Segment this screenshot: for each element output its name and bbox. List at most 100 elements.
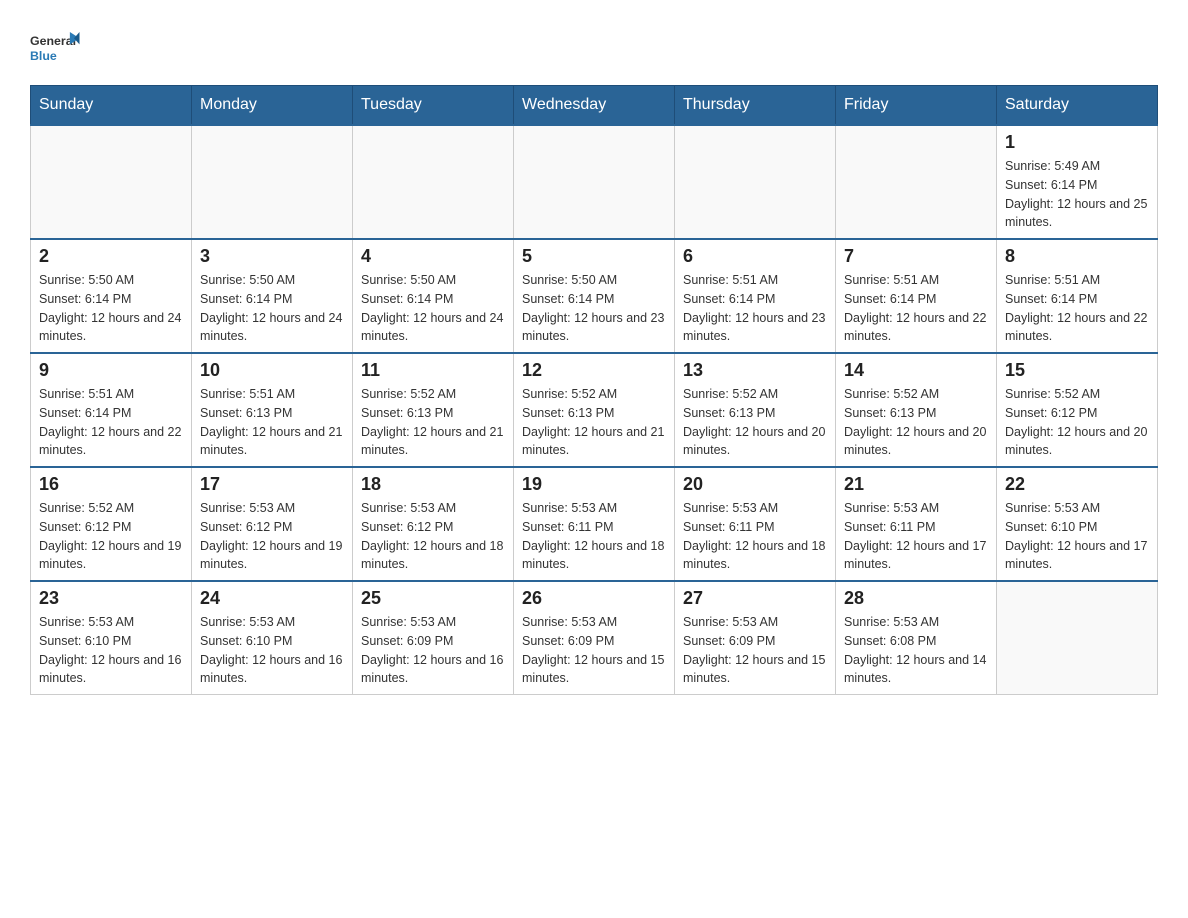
day-info: Sunrise: 5:53 AM Sunset: 6:08 PM Dayligh… — [844, 613, 988, 688]
day-number: 17 — [200, 474, 344, 495]
weekday-header-thursday: Thursday — [675, 86, 836, 126]
calendar-cell: 26 Sunrise: 5:53 AM Sunset: 6:09 PM Dayli… — [514, 581, 675, 695]
svg-text:General: General — [30, 34, 76, 48]
day-info: Sunrise: 5:52 AM Sunset: 6:13 PM Dayligh… — [522, 385, 666, 460]
day-number: 23 — [39, 588, 183, 609]
calendar-cell — [836, 125, 997, 239]
weekday-header-saturday: Saturday — [997, 86, 1158, 126]
day-info: Sunrise: 5:53 AM Sunset: 6:11 PM Dayligh… — [683, 499, 827, 574]
day-number: 6 — [683, 246, 827, 267]
day-number: 16 — [39, 474, 183, 495]
calendar-cell: 3 Sunrise: 5:50 AM Sunset: 6:14 PM Daylig… — [192, 239, 353, 353]
calendar-week-row: 2Sunrise: 5:50 AM Sunset: 6:14 PM Daylig… — [31, 239, 1158, 353]
day-number: 11 — [361, 360, 505, 381]
day-number: 26 — [522, 588, 666, 609]
day-info: Sunrise: 5:51 AM Sunset: 6:14 PM Dayligh… — [844, 271, 988, 346]
day-number: 21 — [844, 474, 988, 495]
calendar-week-row: 16 Sunrise: 5:52 AM Sunset: 6:12 PM Dayli… — [31, 467, 1158, 581]
day-info: Sunrise: 5:53 AM Sunset: 6:12 PM Dayligh… — [361, 499, 505, 574]
calendar-cell: 6Sunrise: 5:51 AM Sunset: 6:14 PM Daylig… — [675, 239, 836, 353]
calendar-cell: 8 Sunrise: 5:51 AM Sunset: 6:14 PM Daylig… — [997, 239, 1158, 353]
weekday-header-tuesday: Tuesday — [353, 86, 514, 126]
day-number: 5 — [522, 246, 666, 267]
calendar-cell: 20 Sunrise: 5:53 AM Sunset: 6:11 PM Dayli… — [675, 467, 836, 581]
day-info: Sunrise: 5:52 AM Sunset: 6:13 PM Dayligh… — [683, 385, 827, 460]
day-info: Sunrise: 5:53 AM Sunset: 6:09 PM Dayligh… — [361, 613, 505, 688]
calendar-cell: 21 Sunrise: 5:53 AM Sunset: 6:11 PM Dayli… — [836, 467, 997, 581]
calendar-cell — [514, 125, 675, 239]
day-info: Sunrise: 5:53 AM Sunset: 6:11 PM Dayligh… — [844, 499, 988, 574]
day-number: 10 — [200, 360, 344, 381]
calendar-cell: 18 Sunrise: 5:53 AM Sunset: 6:12 PM Dayli… — [353, 467, 514, 581]
day-number: 7 — [844, 246, 988, 267]
calendar-cell: 12 Sunrise: 5:52 AM Sunset: 6:13 PM Dayli… — [514, 353, 675, 467]
page-header: General Blue — [30, 20, 1158, 75]
svg-text:Blue: Blue — [30, 49, 57, 63]
day-info: Sunrise: 5:50 AM Sunset: 6:14 PM Dayligh… — [361, 271, 505, 346]
calendar-cell: 23Sunrise: 5:53 AM Sunset: 6:10 PM Dayli… — [31, 581, 192, 695]
day-info: Sunrise: 5:52 AM Sunset: 6:12 PM Dayligh… — [1005, 385, 1149, 460]
calendar-cell: 24 Sunrise: 5:53 AM Sunset: 6:10 PM Dayli… — [192, 581, 353, 695]
day-number: 12 — [522, 360, 666, 381]
day-info: Sunrise: 5:53 AM Sunset: 6:10 PM Dayligh… — [200, 613, 344, 688]
day-info: Sunrise: 5:53 AM Sunset: 6:09 PM Dayligh… — [522, 613, 666, 688]
day-number: 25 — [361, 588, 505, 609]
day-number: 14 — [844, 360, 988, 381]
calendar-week-row: 23 Sunrise: 5:53 AM Sunset: 6:10 PM Dayli… — [31, 581, 1158, 695]
calendar-cell: 28 Sunrise: 5:53 AM Sunset: 6:08 PM Dayli… — [836, 581, 997, 695]
day-number: 8 — [1005, 246, 1149, 267]
day-number: 9 — [39, 360, 183, 381]
calendar-cell: 17 Sunrise: 5:53 AM Sunset: 6:12 PM Dayli… — [192, 467, 353, 581]
calendar-week-row: 1Sunrise: 5:49 AM Sunset: 6:14 PM Daylig… — [31, 125, 1158, 239]
calendar-cell: 13 Sunrise: 5:52 AM Sunset: 6:13 PM Dayli… — [675, 353, 836, 467]
weekday-header-sunday: Sunday — [31, 86, 192, 126]
calendar-cell: 27 Sunrise: 5:53 AM Sunset: 6:09 PM Dayli… — [675, 581, 836, 695]
logo: General Blue — [30, 20, 85, 75]
day-info: Sunrise: 5:49 AM Sunset: 6:14 PM Dayligh… — [1005, 157, 1149, 232]
calendar-cell: 22 Sunrise: 5:53 AM Sunset: 6:10 PM Dayli… — [997, 467, 1158, 581]
calendar-cell — [192, 125, 353, 239]
day-number: 20 — [683, 474, 827, 495]
calendar-week-row: 9 Sunrise: 5:51 AM Sunset: 6:14 PM Daylig… — [31, 353, 1158, 467]
day-number: 28 — [844, 588, 988, 609]
day-number: 27 — [683, 588, 827, 609]
day-info: Sunrise: 5:52 AM Sunset: 6:12 PM Dayligh… — [39, 499, 183, 574]
day-info: Sunrise: 5:53 AM Sunset: 6:09 PM Dayligh… — [683, 613, 827, 688]
day-number: 15 — [1005, 360, 1149, 381]
day-info: Sunrise: 5:51 AM Sunset: 6:14 PM Dayligh… — [1005, 271, 1149, 346]
day-info: Sunrise: 5:50 AM Sunset: 6:14 PM Dayligh… — [522, 271, 666, 346]
day-info: Sunrise: 5:53 AM Sunset: 6:10 PM Dayligh… — [1005, 499, 1149, 574]
calendar-table: SundayMondayTuesdayWednesdayThursdayFrid… — [30, 85, 1158, 695]
day-info: Sunrise: 5:52 AM Sunset: 6:13 PM Dayligh… — [844, 385, 988, 460]
calendar-cell — [353, 125, 514, 239]
day-info: Sunrise: 5:53 AM Sunset: 6:11 PM Dayligh… — [522, 499, 666, 574]
calendar-cell: 5 Sunrise: 5:50 AM Sunset: 6:14 PM Daylig… — [514, 239, 675, 353]
calendar-cell: 1Sunrise: 5:49 AM Sunset: 6:14 PM Daylig… — [997, 125, 1158, 239]
day-info: Sunrise: 5:52 AM Sunset: 6:13 PM Dayligh… — [361, 385, 505, 460]
calendar-cell: 14 Sunrise: 5:52 AM Sunset: 6:13 PM Dayli… — [836, 353, 997, 467]
day-info: Sunrise: 5:51 AM Sunset: 6:13 PM Dayligh… — [200, 385, 344, 460]
day-number: 13 — [683, 360, 827, 381]
calendar-cell: 11 Sunrise: 5:52 AM Sunset: 6:13 PM Dayli… — [353, 353, 514, 467]
weekday-header-monday: Monday — [192, 86, 353, 126]
day-number: 18 — [361, 474, 505, 495]
calendar-cell: 10 Sunrise: 5:51 AM Sunset: 6:13 PM Dayli… — [192, 353, 353, 467]
day-number: 24 — [200, 588, 344, 609]
day-info: Sunrise: 5:51 AM Sunset: 6:14 PM Dayligh… — [39, 385, 183, 460]
calendar-cell: 19Sunrise: 5:53 AM Sunset: 6:11 PM Dayli… — [514, 467, 675, 581]
calendar-cell — [997, 581, 1158, 695]
day-number: 22 — [1005, 474, 1149, 495]
calendar-cell — [675, 125, 836, 239]
calendar-cell — [31, 125, 192, 239]
day-info: Sunrise: 5:50 AM Sunset: 6:14 PM Dayligh… — [200, 271, 344, 346]
calendar-header-row: SundayMondayTuesdayWednesdayThursdayFrid… — [31, 86, 1158, 126]
calendar-cell: 4Sunrise: 5:50 AM Sunset: 6:14 PM Daylig… — [353, 239, 514, 353]
calendar-cell: 7 Sunrise: 5:51 AM Sunset: 6:14 PM Daylig… — [836, 239, 997, 353]
day-info: Sunrise: 5:53 AM Sunset: 6:12 PM Dayligh… — [200, 499, 344, 574]
calendar-cell: 16 Sunrise: 5:52 AM Sunset: 6:12 PM Dayli… — [31, 467, 192, 581]
weekday-header-wednesday: Wednesday — [514, 86, 675, 126]
calendar-cell: 9 Sunrise: 5:51 AM Sunset: 6:14 PM Daylig… — [31, 353, 192, 467]
day-info: Sunrise: 5:50 AM Sunset: 6:14 PM Dayligh… — [39, 271, 183, 346]
day-number: 3 — [200, 246, 344, 267]
weekday-header-friday: Friday — [836, 86, 997, 126]
